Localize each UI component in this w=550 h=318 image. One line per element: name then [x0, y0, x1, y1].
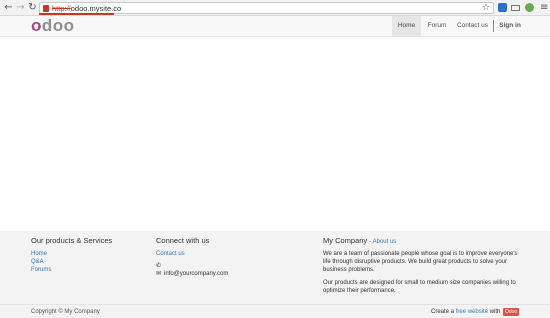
company-description-line: business problems.	[323, 267, 375, 273]
android-extension-icon[interactable]	[525, 3, 534, 12]
url-scheme: http://	[52, 4, 71, 13]
nav-forum[interactable]: Forum	[427, 16, 447, 36]
company-name: My Company	[323, 236, 368, 245]
company-title: My Company - About us	[323, 236, 396, 247]
insecure-lock-icon	[43, 5, 49, 12]
sign-in-link[interactable]: Sign in	[499, 16, 521, 36]
copyright-bar: Copyright © My Company Create a free web…	[0, 304, 550, 318]
extension-icon[interactable]	[498, 3, 507, 12]
footer-link-home[interactable]: Home	[31, 250, 47, 258]
forward-arrow-icon[interactable]: →	[15, 2, 26, 13]
create-prefix: Create a	[431, 309, 455, 315]
connect-title: Connect with us	[156, 236, 210, 245]
nav-contact-us[interactable]: Contact us	[456, 16, 489, 36]
about-us-link[interactable]: - About us	[369, 239, 396, 245]
footer-link-qa[interactable]: Q&A	[31, 258, 44, 266]
company-description-line: optimize their performance.	[323, 288, 396, 294]
url-host: odoo.mysite.co	[70, 4, 122, 13]
free-website-link[interactable]: free website	[456, 309, 488, 315]
back-arrow-icon[interactable]: ←	[3, 2, 14, 13]
footer-contact-link[interactable]: Contact us	[156, 250, 185, 258]
create-website-text: Create a free website with	[431, 308, 500, 316]
browser-toolbar: ← → ↻ http://odoo.mysite.co ☆ ≡	[0, 0, 550, 16]
phone-icon: ✆	[156, 262, 162, 269]
mail-extension-icon[interactable]	[511, 5, 520, 11]
reload-icon[interactable]: ↻	[27, 2, 38, 13]
footer-link-forums[interactable]: Forums	[31, 266, 51, 274]
bookmark-star-icon[interactable]: ☆	[482, 3, 490, 14]
nav-home[interactable]: Home	[392, 16, 421, 36]
products-title: Our products & Services	[31, 236, 113, 245]
odoo-logo[interactable]: odoo	[31, 16, 75, 36]
company-email: info@yourcompany.com	[164, 271, 229, 277]
url-warning-underline	[39, 13, 114, 15]
footer: Our products & Services Home Q&A Forums …	[0, 231, 550, 304]
nav-divider	[493, 20, 494, 32]
odoo-badge[interactable]: Odoo	[503, 308, 520, 316]
copyright-text: Copyright © My Company	[31, 309, 100, 315]
company-description-line: Our products are designed for small to m…	[323, 280, 516, 286]
envelope-icon: ✉	[156, 270, 162, 277]
site-header: odoo Home Forum Contact us Sign in	[0, 16, 550, 37]
company-description-line: life through disruptive products. We bui…	[323, 259, 507, 265]
browser-menu-icon[interactable]: ≡	[540, 1, 548, 14]
company-description-line: We are a team of passionate people whose…	[323, 251, 518, 257]
create-suffix: with	[489, 309, 501, 315]
